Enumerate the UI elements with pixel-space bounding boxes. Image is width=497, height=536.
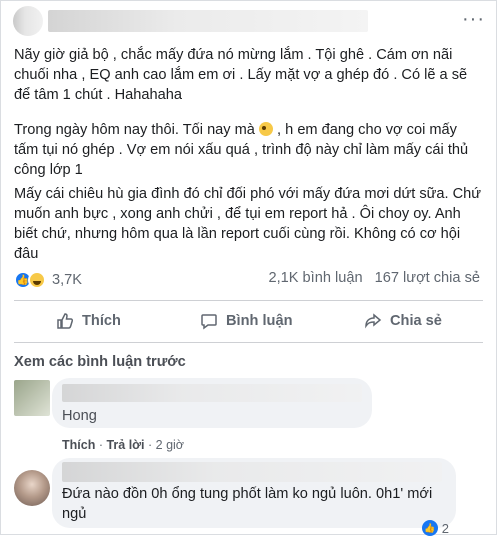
comment-button[interactable]: Bình luận bbox=[200, 304, 292, 338]
comment-count[interactable]: 2,1K bình luận bbox=[268, 270, 362, 286]
commenter-avatar[interactable] bbox=[14, 470, 50, 506]
comment-text: Đứa nào đồn 0h ổng tung phốt làm ko ngủ … bbox=[62, 486, 433, 522]
comment-timestamp[interactable]: 2 giờ bbox=[156, 438, 184, 452]
author-name-blurred[interactable] bbox=[48, 10, 368, 32]
like-button[interactable]: Thích bbox=[56, 304, 121, 338]
reactions-summary[interactable]: 👍 3,7K bbox=[14, 270, 82, 290]
comment-icon bbox=[201, 314, 217, 330]
like-button-label: Thích bbox=[82, 313, 121, 329]
comment-reply-link[interactable]: Trả lời bbox=[106, 438, 144, 452]
share-count[interactable]: 167 lượt chia sẻ bbox=[375, 270, 480, 286]
haha-reaction-icon bbox=[28, 271, 46, 289]
comment-text: Hong bbox=[62, 408, 97, 424]
more-options-icon[interactable]: ··· bbox=[462, 9, 485, 29]
reaction-count: 3,7K bbox=[52, 272, 83, 288]
comment-button-label: Bình luận bbox=[226, 313, 293, 329]
thumbs-up-icon bbox=[57, 313, 74, 329]
comment-like-number: 2 bbox=[441, 520, 449, 536]
view-previous-comments-link[interactable]: Xem các bình luận trước bbox=[14, 354, 186, 370]
divider bbox=[14, 342, 483, 343]
comment-like-link[interactable]: Thích bbox=[62, 438, 95, 452]
comment-actions: Thích · Trả lời · 2 giờ bbox=[62, 438, 184, 452]
commenter-avatar-blurred[interactable] bbox=[14, 380, 50, 416]
divider bbox=[14, 300, 483, 301]
commenter-name-blurred[interactable] bbox=[62, 384, 362, 402]
share-button-label: Chia sẻ bbox=[390, 313, 442, 329]
author-avatar-blurred[interactable] bbox=[13, 6, 43, 36]
post-paragraph-2-start: Trong ngày hôm nay thôi. Tối nay mà bbox=[14, 122, 259, 138]
commenter-name-blurred[interactable] bbox=[62, 462, 442, 482]
share-icon bbox=[365, 313, 382, 329]
post-paragraph-3: Mấy cái chiêu hù gia đình đó chỉ đối phó… bbox=[14, 186, 482, 262]
comment-like-count[interactable]: 👍 2 bbox=[421, 520, 449, 536]
like-reaction-icon: 👍 bbox=[421, 520, 438, 536]
post-paragraph-1: Nãy giờ giả bộ , chắc mấy đứa nó mừng lắ… bbox=[14, 47, 468, 103]
post-paragraph-2: Trong ngày hôm nay thôi. Tối nay mà , h … bbox=[14, 120, 484, 180]
post-stats: 2,1K bình luận 167 lượt chia sẻ bbox=[260, 270, 480, 286]
pacman-emoji-icon bbox=[258, 122, 273, 136]
share-button[interactable]: Chia sẻ bbox=[364, 304, 442, 338]
